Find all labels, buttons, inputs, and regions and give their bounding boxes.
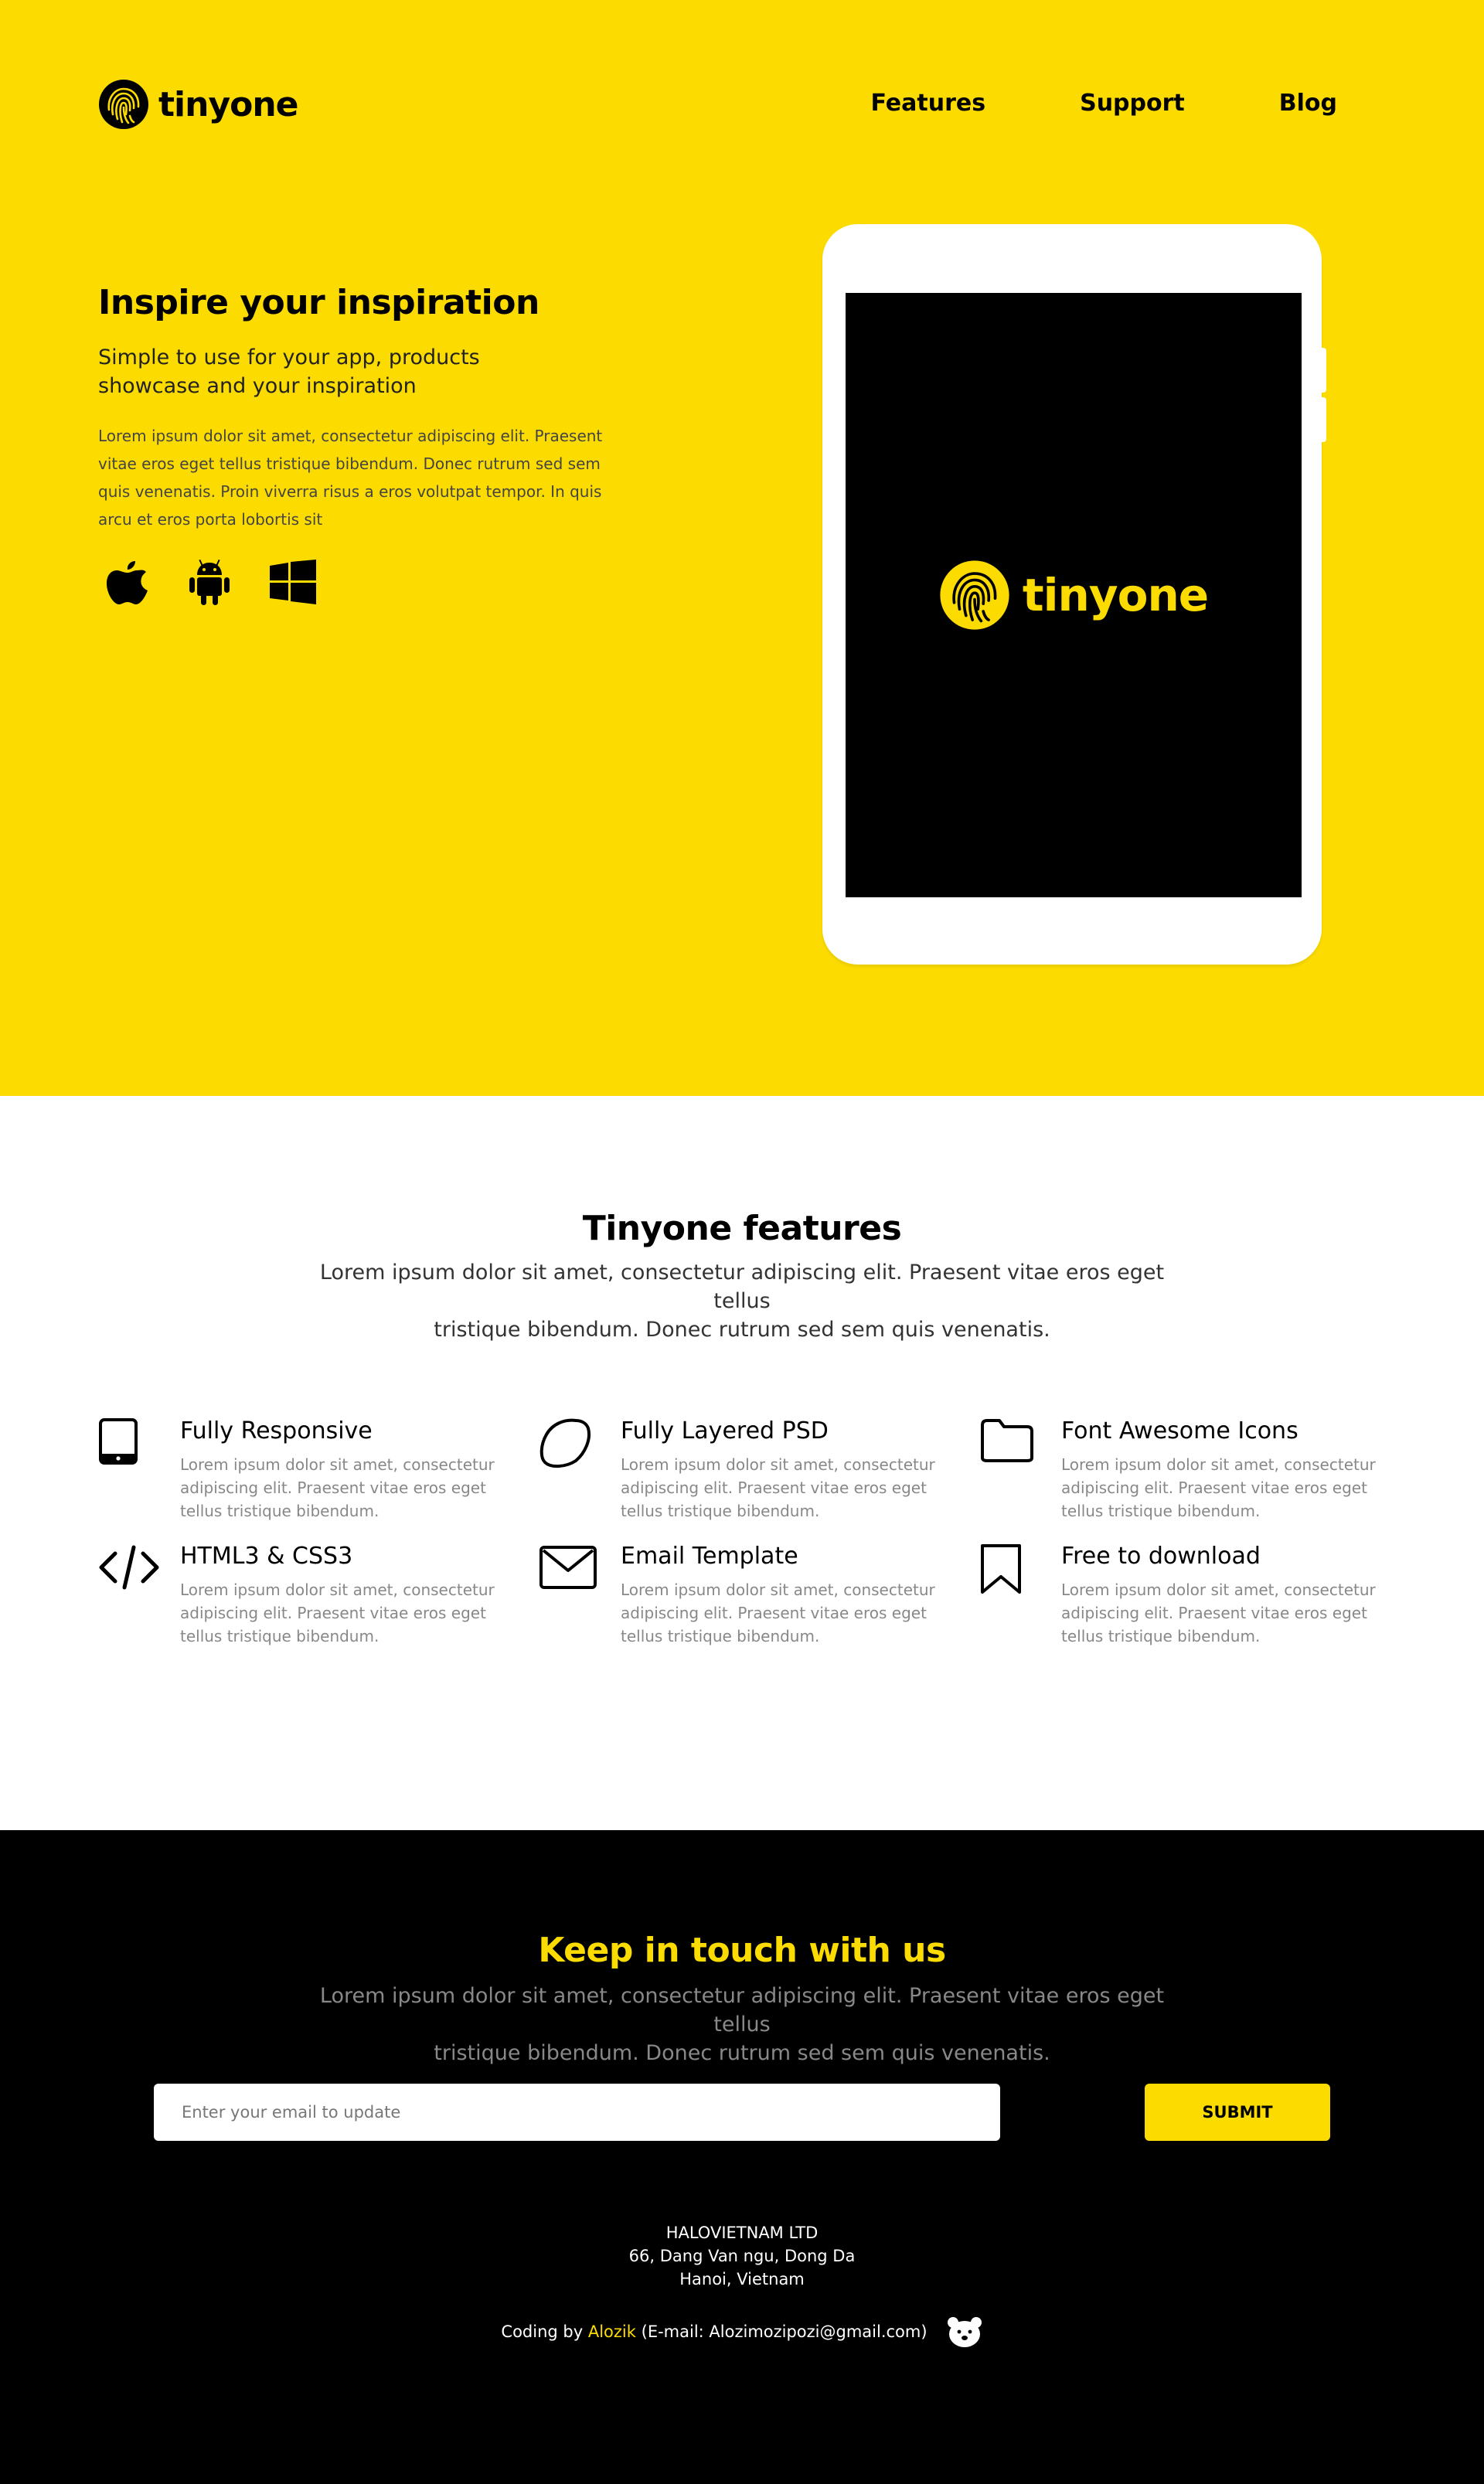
tablet-side-button [1320,348,1326,393]
hero-subtitle-line: showcase and your inspiration [98,374,417,398]
hero-body-line: Lorem ipsum dolor sit amet, consectetur … [98,427,603,445]
feature-title: HTML3 & CSS3 [180,1543,353,1570]
apple-icon[interactable] [106,558,149,606]
features-intro-line: tristique bibendum. Donec rutrum sed sem… [434,1318,1050,1342]
features-intro-line: Lorem ipsum dolor sit amet, consectetur … [319,1261,1165,1313]
envelope-icon [539,1546,597,1589]
hero-body: Lorem ipsum dolor sit amet, consectetur … [98,422,624,533]
submit-button[interactable]: SUBMIT [1145,2084,1330,2141]
fingerprint-icon [99,80,148,129]
hero-body-line: quis venenatis. Proin viverra risus a er… [98,482,602,501]
company-address: HALOVIETNAM LTD 66, Dang Van ngu, Dong D… [0,2221,1484,2291]
contact-intro: Lorem ipsum dolor sit amet, consectetur … [309,1982,1175,2067]
feature-title: Fully Layered PSD [621,1417,829,1444]
features-section: Tinyone features Lorem ipsum dolor sit a… [0,1096,1484,1830]
tablet-mockup: tinyone [822,224,1326,965]
hero-subtitle-line: Simple to use for your app, products [98,345,480,369]
email-input[interactable] [154,2084,1000,2141]
brand-name: tinyone [158,84,299,124]
feature-title: Free to download [1061,1543,1261,1570]
address-line: Hanoi, Vietnam [679,2270,805,2288]
hero-body-line: vitae eros eget tellus tristique bibendu… [98,454,601,473]
contact-title: Keep in touch with us [538,1931,946,1970]
address-line: 66, Dang Van ngu, Dong Da [628,2247,856,2265]
credit-line: Coding by Alozik (E-mail: Alozimozipozi@… [0,2316,1484,2348]
contact-intro-line: tristique bibendum. Donec rutrum sed sem… [434,2041,1050,2065]
bookmark-icon [981,1544,1021,1594]
contact-section: Keep in touch with us Lorem ipsum dolor … [0,1830,1484,2484]
feature-desc: Lorem ipsum dolor sit amet, consectetur … [621,1581,935,1645]
credit-email: (E-mail: Alozimozipozi@gmail.com) [641,2322,928,2341]
hero-subtitle: Simple to use for your app, products sho… [98,343,531,400]
tablet-icon [99,1418,138,1465]
feature-desc: Lorem ipsum dolor sit amet, consectetur … [1061,1581,1376,1645]
tablet-side-button [1320,397,1326,442]
feature-title: Email Template [621,1543,798,1570]
feature-desc: Lorem ipsum dolor sit amet, consectetur … [1061,1455,1376,1520]
features-intro: Lorem ipsum dolor sit amet, consectetur … [309,1258,1175,1344]
platform-icons [106,558,316,606]
main-nav: Features Support Blog [871,90,1337,117]
feature-title: Fully Responsive [180,1417,373,1444]
nav-blog[interactable]: Blog [1279,90,1337,117]
feature-desc: Lorem ipsum dolor sit amet, consectetur … [180,1581,495,1645]
contact-intro-line: Lorem ipsum dolor sit amet, consectetur … [319,1984,1165,2037]
hero-section: tinyone Features Support Blog Inspire yo… [0,0,1484,1096]
features-title: Tinyone features [582,1209,902,1248]
credit-prefix: Coding by [501,2322,584,2341]
nav-support[interactable]: Support [1080,90,1185,117]
hero-body-line: arcu et eros porta lobortis sit [98,510,323,529]
android-icon[interactable] [189,558,230,606]
folder-icon [981,1419,1033,1462]
windows-icon[interactable] [270,560,316,604]
code-icon [99,1545,159,1590]
tablet-brand-name: tinyone [1022,569,1209,621]
nav-features[interactable]: Features [871,90,986,117]
author-link[interactable]: Alozik [588,2322,636,2341]
company-name: HALOVIETNAM LTD [665,2224,819,2242]
fingerprint-icon [940,560,1009,630]
tablet-screen: tinyone [846,293,1302,897]
brand-logo[interactable]: tinyone [98,79,299,130]
feature-title: Font Awesome Icons [1061,1417,1298,1444]
feature-desc: Lorem ipsum dolor sit amet, consectetur … [180,1455,495,1520]
lemon-icon [539,1418,591,1468]
bear-icon [947,2317,982,2347]
hero-title: Inspire your inspiration [98,283,539,322]
feature-desc: Lorem ipsum dolor sit amet, consectetur … [621,1455,935,1520]
